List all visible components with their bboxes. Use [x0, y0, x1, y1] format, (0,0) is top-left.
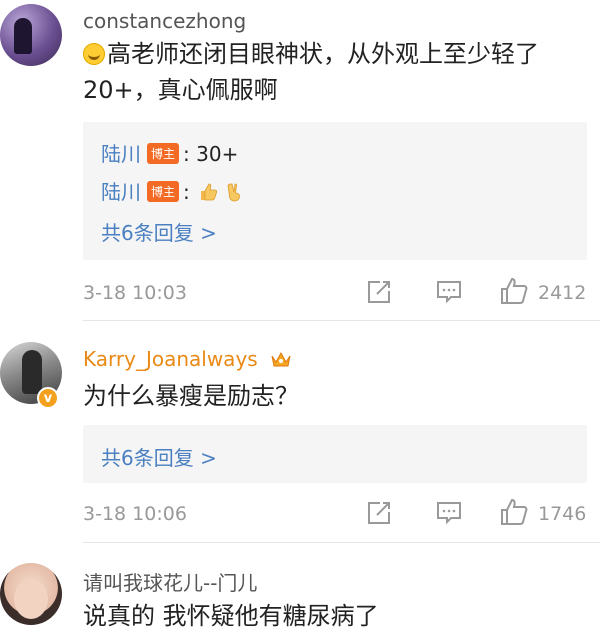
avatar-face	[14, 579, 48, 619]
divider	[83, 320, 600, 321]
comment-time: 3-18 10:03	[83, 282, 187, 304]
comment-text-body: 高老师还闭目眼神状，从外观上至少轻了20+，真心佩服啊	[83, 40, 539, 104]
laugh-emoji-icon	[83, 43, 105, 65]
reply-text: 30+	[196, 142, 239, 166]
reply-line: 陆川 博主:	[101, 176, 246, 205]
avatar[interactable]	[0, 4, 62, 66]
comment-text: 高老师还闭目眼神状，从外观上至少轻了20+，真心佩服啊	[83, 36, 593, 108]
like-count: 2412	[538, 282, 587, 304]
comment-icon[interactable]	[436, 279, 462, 305]
comment-text: 说真的 我怀疑他有糖尿病了	[83, 602, 379, 630]
like-count: 1746	[538, 503, 587, 525]
username[interactable]: 请叫我球花儿--门儿	[83, 567, 257, 596]
reply-username[interactable]: 陆川	[101, 142, 141, 166]
like-icon[interactable]	[500, 498, 528, 526]
more-replies-link[interactable]: 共6条回复 >	[101, 442, 217, 471]
reply-box[interactable]: 陆川 博主: 30+ 陆川 博主: 共6条回复 >	[83, 122, 587, 260]
divider	[83, 542, 600, 543]
share-icon[interactable]	[366, 279, 392, 305]
avatar-figure	[14, 18, 32, 54]
comment-icon[interactable]	[436, 500, 462, 526]
username[interactable]: constancezhong	[83, 9, 246, 33]
author-badge: 博主	[147, 143, 180, 164]
reply-box[interactable]: 共6条回复 >	[83, 425, 587, 483]
verified-icon: v	[37, 387, 59, 409]
reply-line: 陆川 博主: 30+	[101, 142, 239, 166]
victory-hand-icon	[228, 183, 241, 202]
more-replies-link[interactable]: 共6条回复 >	[101, 217, 217, 246]
author-badge: 博主	[147, 181, 180, 202]
share-icon[interactable]	[366, 500, 392, 526]
comment-text: 为什么暴瘦是励志？	[83, 382, 299, 410]
reply-username[interactable]: 陆川	[101, 180, 141, 204]
username[interactable]: Karry_Joanalways	[83, 347, 292, 371]
avatar[interactable]	[0, 563, 62, 625]
like-icon[interactable]	[500, 277, 528, 305]
avatar-figure	[22, 350, 42, 394]
crown-icon[interactable]	[270, 350, 292, 368]
thumbs-up-icon	[201, 183, 218, 201]
username-text: Karry_Joanalways	[83, 347, 258, 371]
comment-time: 3-18 10:06	[83, 503, 187, 525]
